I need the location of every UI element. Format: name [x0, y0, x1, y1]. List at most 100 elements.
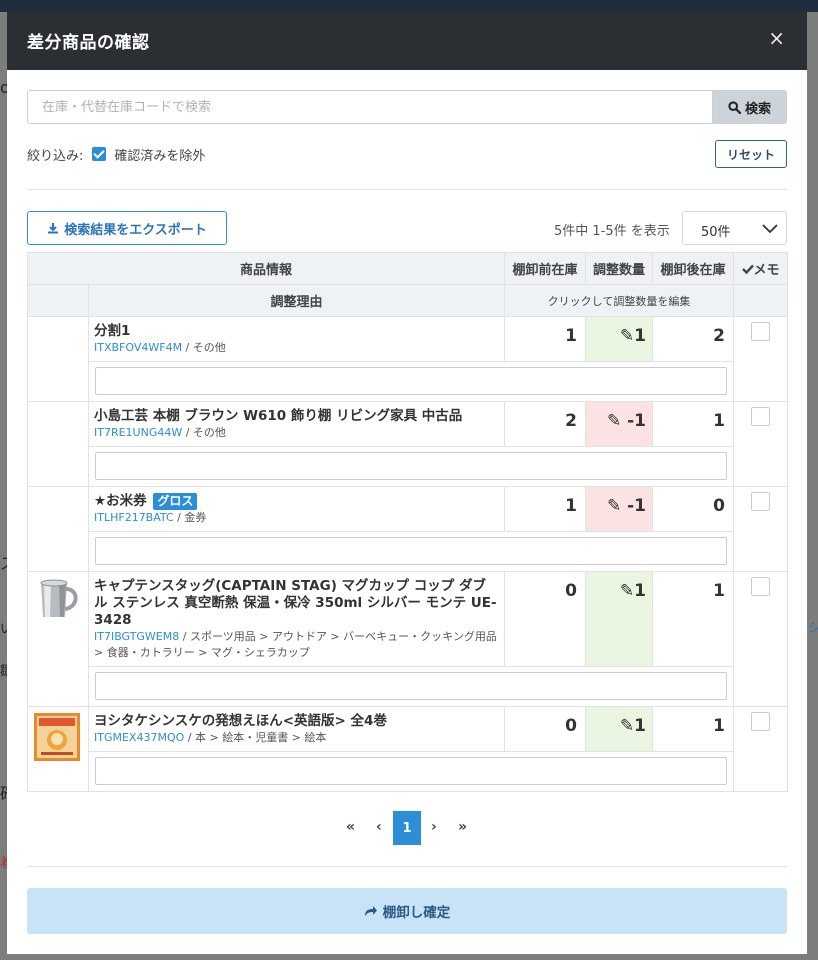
adjust-quantity[interactable]: ✎1	[585, 706, 654, 752]
before-stock: 1	[504, 486, 587, 532]
table-row-reason	[28, 531, 788, 572]
reason-input[interactable]	[95, 672, 728, 700]
after-stock: 0	[652, 486, 735, 532]
col-header-blank	[733, 284, 789, 317]
current-page-button[interactable]: 1	[393, 811, 421, 845]
adjust-value: 1	[634, 326, 647, 346]
exclude-confirmed-checkbox[interactable]	[92, 147, 107, 161]
product-category: / 本 > 絵本・児童書 > 絵本	[184, 731, 327, 744]
modal-title: 差分商品の確認	[27, 33, 150, 53]
product-image-cell	[27, 316, 89, 402]
background-text: シ	[808, 621, 818, 636]
pagination: « ‹ 1 › »	[7, 811, 807, 845]
search-button[interactable]: 検索	[712, 90, 787, 124]
before-stock: 2	[504, 401, 587, 447]
table-row-reason	[28, 361, 788, 402]
col-header-image	[27, 284, 89, 317]
reason-input[interactable]	[95, 757, 728, 785]
adjust-value: 1	[634, 716, 647, 736]
last-page-button[interactable]: »	[458, 819, 467, 835]
reason-input[interactable]	[95, 452, 728, 480]
reason-cell	[87, 446, 735, 487]
close-icon[interactable]: ×	[768, 27, 785, 49]
confirm-checkbox[interactable]	[751, 322, 771, 341]
product-meta: ITLHF217BATC / 金券	[89, 510, 504, 531]
prev-page-button[interactable]: ‹	[376, 819, 382, 835]
adjust-quantity[interactable]: ✎ -1	[585, 401, 654, 447]
product-code-link[interactable]: IT7IBGTGWEM8	[94, 630, 179, 643]
search-input[interactable]	[27, 90, 712, 124]
reason-input[interactable]	[95, 537, 728, 565]
product-image-cell	[27, 571, 89, 707]
download-icon	[48, 223, 59, 234]
confirm-checkbox[interactable]	[751, 492, 771, 511]
table-row: ★お米券 グロス ITLHF217BATC / 金券 1 ✎ -1 0	[27, 486, 789, 572]
product-code-link[interactable]: ITLHF217BATC	[94, 511, 174, 524]
adjust-quantity[interactable]: ✎ -1	[585, 486, 654, 532]
before-stock: 0	[504, 571, 587, 667]
before-stock: 1	[504, 316, 587, 362]
product-info: ★お米券 グロス ITLHF217BATC / 金券	[87, 486, 506, 532]
adjust-value: -1	[627, 496, 647, 516]
gross-badge: グロス	[153, 493, 198, 510]
adjust-hint-text: クリックして調整数量を編集	[547, 294, 691, 308]
export-button[interactable]: 検索結果をエクスポート	[27, 211, 227, 245]
confirm-checkbox[interactable]	[751, 577, 771, 596]
reason-cell	[87, 531, 735, 572]
first-page-button[interactable]: «	[346, 819, 355, 835]
per-page-select[interactable]: 50件	[682, 211, 787, 245]
divider	[27, 189, 787, 190]
next-page-button[interactable]: ›	[431, 819, 437, 835]
steel-mug-image	[33, 577, 83, 621]
table-row: ヨシタケシンスケの発想えほん<英語版> 全4巻 ITGMEX437MQO / 本…	[27, 706, 789, 792]
reset-button[interactable]: リセット	[715, 140, 787, 168]
filter-label: 絞り込み:	[27, 148, 84, 164]
adjust-quantity[interactable]: ✎1	[585, 316, 654, 362]
modal-header: 差分商品の確認 ×	[7, 11, 807, 70]
adjust-value: 1	[634, 581, 647, 601]
product-meta: ITGMEX437MQO / 本 > 絵本・児童書 > 絵本	[89, 730, 504, 751]
confirm-stocktake-button[interactable]: 棚卸し確定	[27, 888, 787, 934]
product-image-cell	[27, 486, 89, 572]
product-name: 分割1	[94, 323, 131, 339]
confirm-checkbox[interactable]	[751, 407, 771, 426]
col-header-reason: 調整理由	[87, 284, 506, 317]
product-name: キャプテンスタッグ(CAPTAIN STAG) マグカップ コップ ダブル ステ…	[94, 578, 497, 628]
product-code-link[interactable]: ITGMEX437MQO	[94, 731, 184, 744]
chevron-down-icon	[762, 224, 778, 234]
after-stock: 1	[652, 401, 735, 447]
pencil-icon: ✎	[606, 411, 628, 431]
reason-input[interactable]	[95, 367, 728, 395]
confirm-cell	[733, 571, 789, 707]
confirm-cell	[733, 486, 789, 572]
search-button-label: 検索	[744, 101, 771, 117]
col-header-memo: メモ	[733, 252, 789, 285]
product-category: / その他	[182, 426, 226, 439]
divider	[27, 866, 787, 867]
col-header-after: 棚卸後在庫	[652, 252, 735, 285]
table-row-reason	[28, 751, 788, 792]
product-meta: IT7RE1UNG44W / その他	[89, 425, 504, 446]
table-row: 小島工芸 本棚 ブラウン W610 飾り棚 リビング家具 中古品 IT7RE1U…	[27, 401, 789, 487]
share-arrow-icon	[364, 906, 377, 916]
confirm-cell	[733, 316, 789, 402]
reason-cell	[87, 666, 735, 707]
product-category: / その他	[182, 341, 226, 354]
product-image-cell	[27, 706, 89, 792]
product-code-link[interactable]: ITXBFOV4WF4M	[94, 341, 182, 354]
picture-book-image	[34, 713, 80, 761]
product-name-line: ★お米券 グロス	[89, 487, 504, 510]
per-page-value: 50件	[701, 225, 731, 240]
product-name: ★お米券	[94, 493, 147, 509]
check-icon	[741, 264, 754, 275]
product-info: ヨシタケシンスケの発想えほん<英語版> 全4巻 ITGMEX437MQO / 本…	[87, 706, 506, 752]
confirm-checkbox[interactable]	[751, 712, 771, 731]
adjust-hint: クリックして調整数量を編集	[504, 284, 735, 317]
product-image-cell	[27, 401, 89, 487]
reason-cell	[87, 751, 735, 792]
confirm-button-label: 棚卸し確定	[382, 905, 451, 921]
pencil-icon: ✎	[619, 326, 635, 346]
confirm-cell	[733, 401, 789, 487]
product-code-link[interactable]: IT7RE1UNG44W	[94, 426, 182, 439]
adjust-quantity[interactable]: ✎1	[585, 571, 654, 667]
